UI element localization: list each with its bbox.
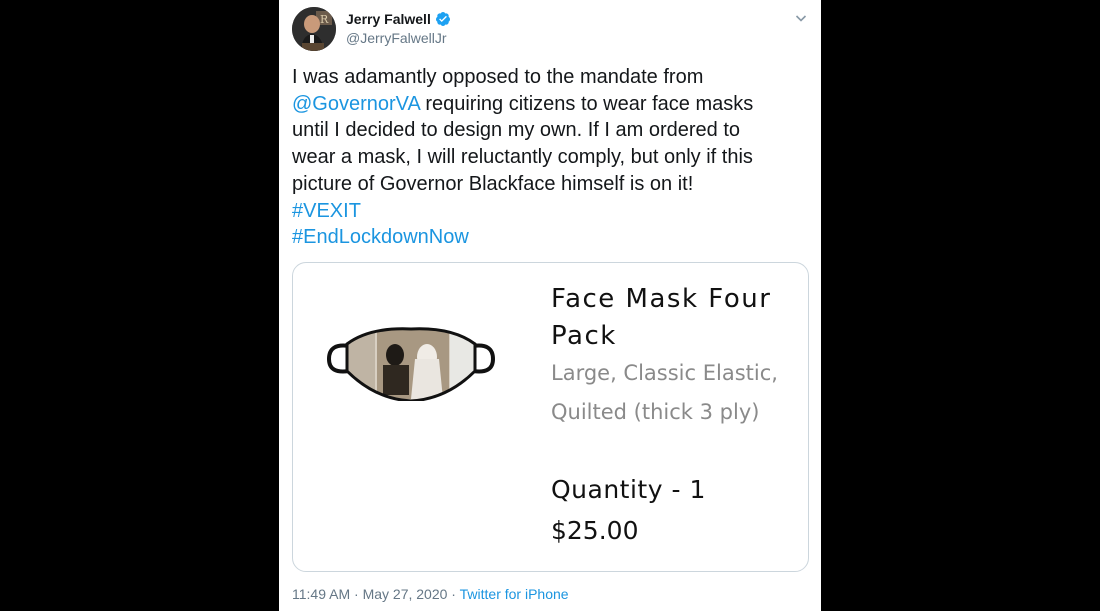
product-title-line: Face Mask Four (551, 284, 772, 314)
tweet-line: until I decided to design my own. If I a… (292, 119, 741, 142)
author-name[interactable]: Jerry Falwell (346, 11, 431, 27)
tweet-card: R Jerry Falwell @JerryFalwellJr I was ad… (279, 0, 821, 611)
tweet-line: I was adamantly opposed to the mandate f… (292, 66, 704, 88)
meta-separator: · (447, 586, 460, 602)
svg-text:R: R (320, 13, 329, 26)
tweet-meta: 11:49 AM · May 27, 2020 · Twitter for iP… (292, 586, 569, 602)
product-title-line: Pack (551, 321, 617, 351)
link-preview-card[interactable]: Face Mask Four Pack Large, Classic Elast… (292, 262, 809, 572)
product-subtitle: Large, Classic Elastic, Quilted (thick 3… (551, 354, 778, 432)
hashtag-row: #EndLockdownNow (292, 224, 812, 251)
product-price: $25.00 (551, 516, 639, 545)
author-handle[interactable]: @JerryFalwellJr (346, 30, 447, 46)
tweet-text: I was adamantly opposed to the mandate f… (292, 64, 812, 251)
meta-separator: · (350, 586, 363, 602)
tweet-line: picture of Governor Blackface himself is… (292, 172, 694, 195)
hashtag-link[interactable]: #EndLockdownNow (292, 226, 469, 248)
mention-link[interactable]: @GovernorVA (292, 93, 420, 115)
tweet-line-text: requiring citizens to wear face masks (419, 92, 754, 115)
tweet-source-link[interactable]: Twitter for iPhone (460, 586, 569, 602)
tweet-line: @GovernorVA requiring citizens to wear f… (292, 91, 812, 118)
verified-badge-icon (435, 12, 450, 26)
product-subtitle-line: Large, Classic Elastic, (551, 361, 778, 385)
avatar[interactable]: R (292, 7, 336, 51)
tweet-time[interactable]: 11:49 AM (292, 586, 350, 602)
hashtag-row: #VEXIT (292, 198, 812, 225)
hashtag-link[interactable]: #VEXIT (292, 200, 361, 222)
product-subtitle-line: Quilted (thick 3 ply) (551, 400, 760, 424)
tweet-line: wear a mask, I will reluctantly comply, … (292, 146, 753, 169)
author-name-row[interactable]: Jerry Falwell (346, 11, 451, 27)
product-title: Face Mask Four Pack (551, 281, 771, 355)
chevron-down-icon[interactable] (793, 10, 809, 26)
product-quantity: Quantity - 1 (551, 475, 706, 504)
face-mask-image (326, 327, 496, 401)
tweet-date[interactable]: May 27, 2020 (363, 586, 448, 602)
